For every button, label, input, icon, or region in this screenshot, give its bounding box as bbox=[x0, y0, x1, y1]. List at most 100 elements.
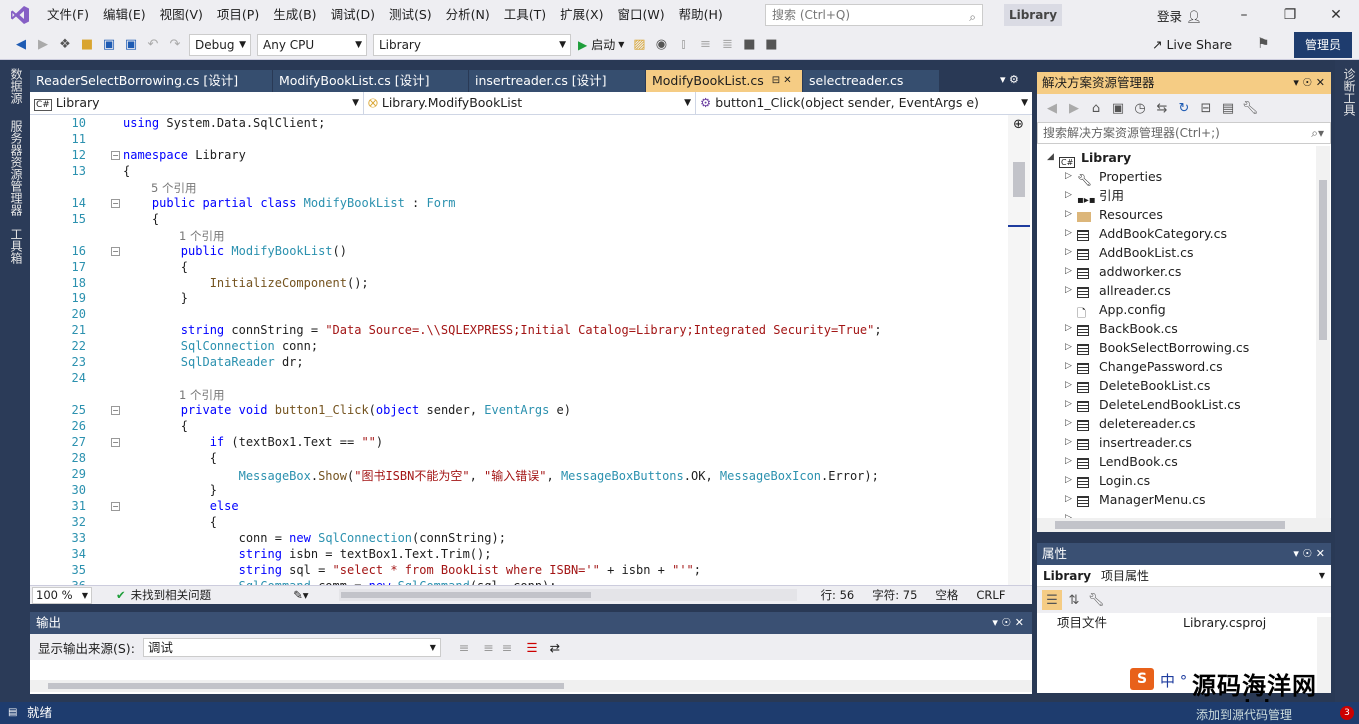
code-line[interactable]: InitializeComponent(); bbox=[123, 276, 369, 290]
expand-arrow-icon[interactable]: ▷ bbox=[1065, 167, 1077, 186]
add-to-source-control[interactable]: 添加到源代码管理 bbox=[1196, 704, 1292, 724]
reference-count[interactable]: 1 个引用 bbox=[179, 387, 224, 403]
platform-select[interactable]: Any CPU ▼ bbox=[257, 33, 367, 56]
menu-item[interactable]: 窗口(W) bbox=[610, 0, 671, 30]
menu-item[interactable]: 帮助(H) bbox=[672, 0, 730, 30]
indent-indicator[interactable]: 空格 bbox=[935, 587, 958, 603]
code-line[interactable]: SqlDataReader dr; bbox=[123, 355, 304, 369]
properties-object-select[interactable]: Library 项目属性 ▼ bbox=[1037, 565, 1331, 587]
menu-item[interactable]: 扩展(X) bbox=[553, 0, 610, 30]
code-line[interactable]: SqlConnection conn; bbox=[123, 339, 318, 353]
fold-toggle-icon[interactable]: − bbox=[111, 501, 120, 511]
menu-item[interactable]: 生成(B) bbox=[266, 0, 323, 30]
tree-item[interactable]: ▷ DeleteBookList.cs bbox=[1065, 376, 1210, 395]
camera-icon[interactable]: ◉ bbox=[651, 35, 671, 55]
code-line[interactable]: string isbn = textBox1.Text.Trim(); bbox=[123, 547, 492, 561]
save-icon[interactable]: ▣ bbox=[99, 35, 119, 55]
expand-arrow-icon[interactable]: ▷ bbox=[1065, 357, 1077, 376]
code-line[interactable]: { bbox=[123, 164, 130, 178]
tree-item[interactable]: ▷ 🔧︎ Properties bbox=[1065, 167, 1162, 187]
menu-item[interactable]: 项目(P) bbox=[210, 0, 266, 30]
tree-item[interactable]: ▷ Login.cs bbox=[1065, 471, 1150, 490]
wrench-icon[interactable]: 🔧︎ bbox=[1086, 590, 1106, 610]
bookmark-icon[interactable]: ■ bbox=[739, 35, 759, 55]
tab[interactable]: selectreader.cs bbox=[803, 70, 939, 92]
tree-item[interactable]: 🗋︎ App.config bbox=[1065, 300, 1166, 320]
code-line[interactable]: MessageBox.Show("图书ISBN不能为空", "输入错误", Me… bbox=[123, 467, 879, 484]
class-dropdown[interactable]: ⭙ Library.ModifyBookList ▼ bbox=[364, 92, 696, 114]
menu-item[interactable]: 编辑(E) bbox=[96, 0, 153, 30]
admin-badge[interactable]: 管理员 bbox=[1294, 32, 1352, 58]
back-icon[interactable]: ◀ bbox=[1042, 98, 1062, 118]
clear-all-icon[interactable]: ☰ bbox=[526, 640, 537, 655]
rail-server-explorer[interactable]: 服务器资源管理器 bbox=[8, 120, 25, 216]
output-text-area[interactable] bbox=[30, 660, 1032, 694]
code-line[interactable]: using System.Data.SqlClient; bbox=[123, 116, 325, 130]
code-line[interactable]: { bbox=[123, 515, 217, 529]
project-dropdown[interactable]: C# Library ▼ bbox=[30, 92, 364, 114]
tree-item[interactable]: ▷ ▪▸▪ 引用 bbox=[1065, 186, 1124, 206]
collapse-all-icon[interactable]: ⊟ bbox=[1196, 98, 1216, 118]
output-source-select[interactable]: 调试 ▼ bbox=[142, 637, 441, 657]
tree-item[interactable]: ▷ allreader.cs bbox=[1065, 281, 1171, 300]
reference-count[interactable]: 5 个引用 bbox=[151, 180, 196, 196]
solution-search-input[interactable]: 搜索解决方案资源管理器(Ctrl+;) ⌕▾ bbox=[1037, 122, 1331, 144]
horizontal-scroll-thumb[interactable] bbox=[340, 592, 591, 598]
expand-arrow-icon[interactable]: ▷ bbox=[1065, 262, 1077, 281]
output-horizontal-scrollbar[interactable] bbox=[30, 680, 1032, 692]
expand-arrow-icon[interactable]: ▷ bbox=[1065, 490, 1077, 509]
code-line[interactable]: { bbox=[123, 260, 188, 274]
expand-arrow-icon[interactable]: ▷ bbox=[1065, 376, 1077, 395]
tree-item[interactable]: ▷ addworker.cs bbox=[1065, 262, 1181, 281]
zoom-select[interactable]: 100 % ▼ bbox=[32, 586, 92, 604]
split-icon[interactable]: ⊕ bbox=[1013, 117, 1024, 132]
tree-item[interactable]: ▷ Resources bbox=[1065, 205, 1163, 224]
tab-active[interactable]: ModifyBookList.cs ⊟ ✕ bbox=[646, 70, 802, 92]
tab[interactable]: insertreader.cs [设计] bbox=[469, 70, 645, 92]
minimize-icon[interactable]: – bbox=[1221, 0, 1267, 30]
expand-arrow-icon[interactable]: ▷ bbox=[1065, 471, 1077, 490]
refresh-icon[interactable]: ↻ bbox=[1174, 98, 1194, 118]
wrench-icon[interactable]: 🔧︎ bbox=[1240, 98, 1260, 118]
fold-toggle-icon[interactable]: − bbox=[111, 198, 120, 208]
breakpoint-icon[interactable]: ⫾ bbox=[673, 35, 693, 55]
code-line[interactable]: if (textBox1.Text == "") bbox=[123, 435, 383, 449]
panel-controls-icon[interactable]: ▾ ☉ ✕ bbox=[1293, 72, 1325, 94]
menu-item[interactable]: 调试(D) bbox=[324, 0, 382, 30]
code-line[interactable]: string connString = "Data Source=.\\SQLE… bbox=[123, 323, 882, 337]
code-line[interactable]: { bbox=[123, 451, 217, 465]
expand-arrow-icon[interactable]: ▷ bbox=[1065, 319, 1077, 338]
menu-item[interactable]: 测试(S) bbox=[382, 0, 439, 30]
attach-icon[interactable]: ▨ bbox=[629, 35, 649, 55]
alphabetical-icon[interactable]: ⇅ bbox=[1064, 590, 1084, 610]
forward-icon[interactable]: ▶ bbox=[1064, 98, 1084, 118]
expand-arrow-icon[interactable]: ▷ bbox=[1065, 281, 1077, 300]
vs-logo-icon[interactable] bbox=[0, 0, 40, 30]
reference-count[interactable]: 1 个引用 bbox=[179, 228, 224, 244]
tree-scroll-thumb[interactable] bbox=[1319, 180, 1327, 340]
expand-arrow-icon[interactable]: ▷ bbox=[1065, 243, 1077, 262]
fold-toggle-icon[interactable]: − bbox=[111, 406, 120, 416]
panel-controls-icon[interactable]: ▾ ☉ ✕ bbox=[992, 612, 1024, 634]
fold-toggle-icon[interactable]: − bbox=[111, 438, 120, 447]
sync-icon[interactable]: ⇆ bbox=[1152, 98, 1172, 118]
menu-item[interactable]: 分析(N) bbox=[439, 0, 497, 30]
output-scroll-thumb[interactable] bbox=[48, 683, 564, 689]
back-icon[interactable]: ◀ bbox=[11, 35, 31, 55]
tab-close-icon[interactable]: ⊟ ✕ bbox=[772, 70, 792, 92]
tree-item[interactable]: ▷ BackBook.cs bbox=[1065, 319, 1178, 338]
notification-badge-icon[interactable]: 3 bbox=[1340, 706, 1354, 720]
code-line[interactable]: public ModifyBookList() bbox=[123, 244, 347, 258]
expand-arrow-icon[interactable]: ▷ bbox=[1065, 414, 1077, 433]
code-line[interactable]: string sql = "select * from BookList whe… bbox=[123, 563, 701, 577]
new-project-icon[interactable]: ❖ bbox=[55, 35, 75, 55]
tree-item[interactable]: ▷ deletereader.cs bbox=[1065, 414, 1196, 433]
forward-icon[interactable]: ▶ bbox=[33, 35, 53, 55]
line-ending-indicator[interactable]: CRLF bbox=[976, 588, 1005, 602]
tree-item[interactable]: ▷ AddBookCategory.cs bbox=[1065, 224, 1227, 243]
expand-arrow-icon[interactable]: ▷ bbox=[1065, 452, 1077, 471]
expand-arrow-icon[interactable]: ▷ bbox=[1065, 186, 1077, 205]
start-button[interactable]: ▶ 启动 ▼ bbox=[578, 36, 624, 53]
code-line[interactable]: } bbox=[123, 291, 188, 305]
show-all-files-icon[interactable]: ▤ bbox=[1218, 98, 1238, 118]
